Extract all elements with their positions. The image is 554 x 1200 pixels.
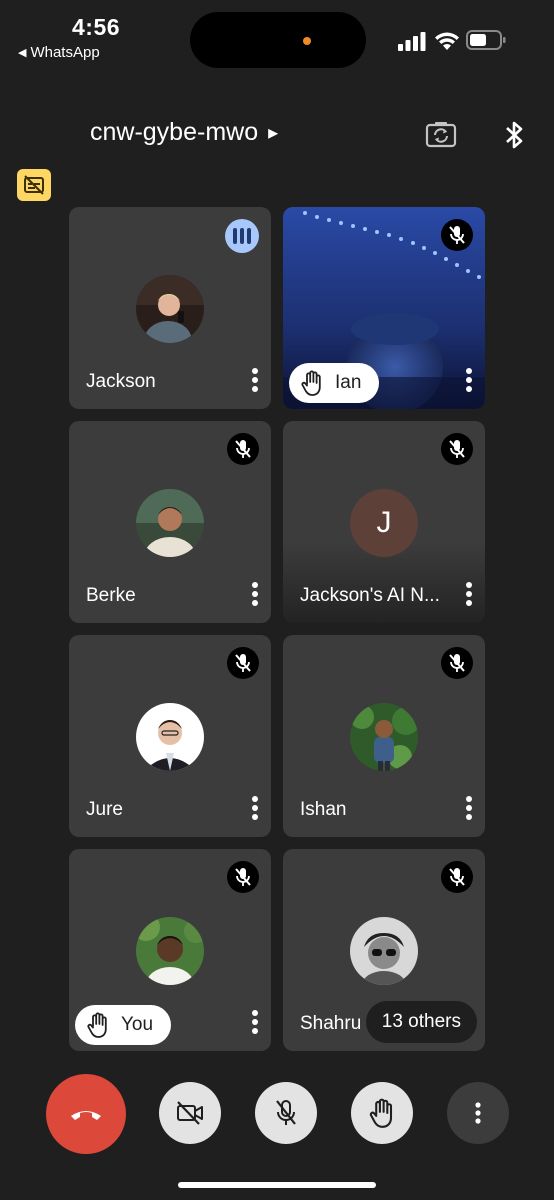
participant-tile-ian[interactable]: Ian (283, 207, 485, 409)
participant-name: Jackson (86, 371, 156, 392)
others-count-button[interactable]: 13 others (365, 1001, 477, 1043)
cellular-signal-icon (398, 32, 426, 51)
more-controls-button[interactable] (447, 1082, 509, 1144)
mic-off-icon (227, 433, 259, 465)
captions-off-badge[interactable] (17, 169, 51, 201)
battery-icon (466, 30, 506, 50)
switch-camera-icon[interactable] (424, 118, 458, 152)
participant-tile-jackson[interactable]: Jackson (69, 207, 271, 409)
more-options-icon[interactable] (463, 367, 475, 393)
mic-off-icon (227, 647, 259, 679)
home-indicator[interactable] (178, 1182, 376, 1188)
mic-off-icon (441, 861, 473, 893)
more-options-icon[interactable] (249, 795, 261, 821)
bluetooth-audio-icon[interactable] (500, 118, 528, 152)
back-arrow-icon: ◀ (18, 47, 27, 59)
back-app-label: WhatsApp (30, 44, 100, 61)
avatar (350, 703, 418, 771)
mic-off-icon (227, 861, 259, 893)
mic-in-use-indicator (303, 37, 311, 45)
raised-hand-icon (369, 1098, 393, 1128)
meeting-code-button[interactable]: cnw-gybe-mwo ▸ (90, 118, 278, 147)
chevron-right-icon: ▸ (268, 122, 279, 144)
more-options-icon[interactable] (463, 581, 475, 607)
camera-toggle-button[interactable] (159, 1082, 221, 1144)
camera-off-icon (177, 1101, 203, 1125)
participant-tile-shahru[interactable]: Shahru 13 others (283, 849, 485, 1051)
raised-hand-icon (87, 1012, 107, 1038)
more-options-icon[interactable] (249, 1009, 261, 1035)
avatar (350, 917, 418, 985)
avatar (136, 917, 204, 985)
participant-name: Jure (86, 799, 123, 820)
avatar (136, 489, 204, 557)
back-to-app-link[interactable]: ◀ WhatsApp (18, 44, 100, 61)
mic-off-icon (441, 647, 473, 679)
status-time: 4:56 (72, 14, 121, 40)
more-options-icon[interactable] (249, 367, 261, 393)
raise-hand-button[interactable] (351, 1082, 413, 1144)
more-vert-icon (475, 1102, 481, 1124)
participant-name: Jackson's AI N... (300, 585, 440, 606)
participant-name: Shahru (300, 1013, 362, 1034)
participant-name: Berke (86, 585, 136, 606)
wifi-icon (435, 32, 459, 50)
participant-tile-you[interactable]: You (69, 849, 271, 1051)
participant-tile-berke[interactable]: Berke (69, 421, 271, 623)
dynamic-island (190, 12, 366, 68)
participant-name: Ian (335, 372, 362, 393)
more-options-icon[interactable] (463, 795, 475, 821)
participant-tile-jacksons-ai-notetaker[interactable]: J Jackson's AI N... (283, 421, 485, 623)
participant-name: You (121, 1014, 154, 1035)
avatar (136, 275, 204, 343)
phone-hangup-icon (71, 1111, 101, 1120)
mic-off-icon (276, 1100, 296, 1125)
avatar (136, 703, 204, 771)
participant-tile-jure[interactable]: Jure (69, 635, 271, 837)
meeting-code-label: cnw-gybe-mwo (90, 118, 259, 146)
participant-tile-ishan[interactable]: Ishan (283, 635, 485, 837)
captions-off-icon (24, 175, 44, 195)
avatar: J (350, 489, 418, 557)
mic-off-icon (441, 219, 473, 251)
hand-raised-pill: You (75, 1005, 172, 1045)
participant-name: Ishan (300, 799, 347, 820)
end-call-button[interactable] (46, 1074, 126, 1154)
hand-raised-pill: Ian (289, 363, 380, 403)
speaking-indicator-icon (225, 219, 259, 253)
raised-hand-icon (301, 370, 321, 396)
microphone-toggle-button[interactable] (255, 1082, 317, 1144)
more-options-icon[interactable] (249, 581, 261, 607)
mic-off-icon (441, 433, 473, 465)
